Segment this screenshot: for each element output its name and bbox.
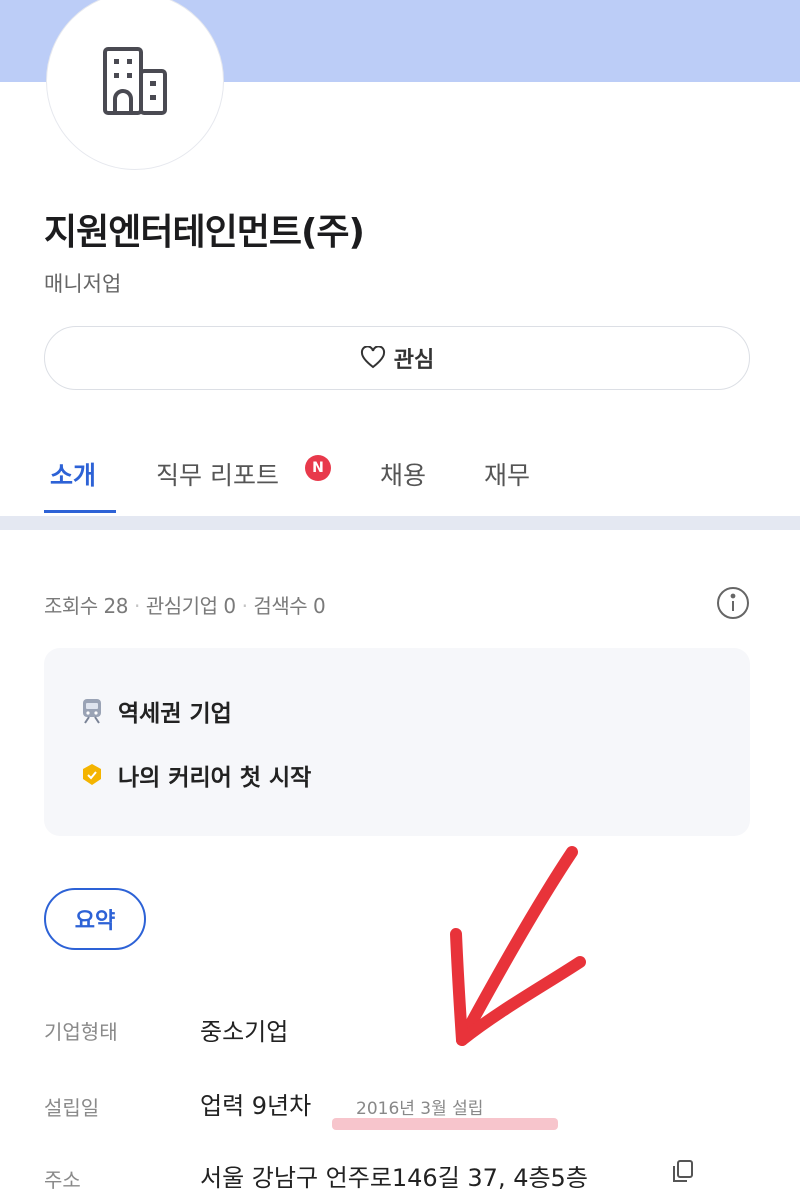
section-divider (0, 516, 800, 530)
tab-bar: 소개 직무 리포트 채용 재무 (0, 440, 800, 516)
info-icon[interactable] (716, 586, 750, 620)
highlight-first-career-label: 나의 커리어 첫 시작 (118, 765, 312, 791)
search-count: 검색수 0 (253, 594, 326, 618)
train-icon (83, 699, 101, 724)
company-logo (46, 0, 224, 170)
interested-count: 관심기업 0 (145, 594, 236, 618)
highlight-station: 역세권 기업 (80, 694, 232, 728)
heart-outline-icon (360, 346, 385, 369)
follow-button-label: 관심 (393, 348, 435, 373)
follow-button[interactable]: 관심 (44, 326, 750, 390)
company-type-value: 중소기업 (200, 1018, 289, 1046)
building-icon (103, 47, 167, 115)
badge-icon (83, 764, 101, 785)
summary-pill[interactable]: 요약 (44, 888, 146, 950)
tab-job-report[interactable]: 직무 리포트 (156, 456, 279, 492)
founded-value: 업력 9년차 (200, 1092, 312, 1120)
company-name: 지원엔터테인먼트(주) (44, 212, 365, 253)
tab-finance[interactable]: 재무 (484, 456, 530, 492)
founded-label: 설립일 (44, 1096, 100, 1120)
highlight-station-label: 역세권 기업 (118, 701, 232, 727)
highlights-box: 역세권 기업 나의 커리어 첫 시작 (44, 648, 750, 836)
active-tab-indicator (44, 510, 116, 513)
copy-icon[interactable] (670, 1158, 696, 1184)
tab-intro[interactable]: 소개 (50, 456, 96, 492)
company-type-label: 기업형태 (44, 1020, 118, 1044)
company-subtitle: 매니저업 (44, 272, 122, 296)
address-value: 서울 강남구 언주로146길 37, 4층5층 (200, 1164, 588, 1192)
company-stats: 조회수 28 · 관심기업 0 · 검색수 0 (44, 594, 326, 618)
new-badge: N (305, 455, 331, 481)
address-label: 주소 (44, 1168, 81, 1192)
views-count: 조회수 28 (44, 594, 129, 618)
founded-note: 2016년 3월 설립 (356, 1099, 484, 1119)
tab-recruit[interactable]: 채용 (380, 456, 426, 492)
highlight-first-career: 나의 커리어 첫 시작 (80, 758, 311, 792)
highlight-mark (332, 1118, 558, 1130)
